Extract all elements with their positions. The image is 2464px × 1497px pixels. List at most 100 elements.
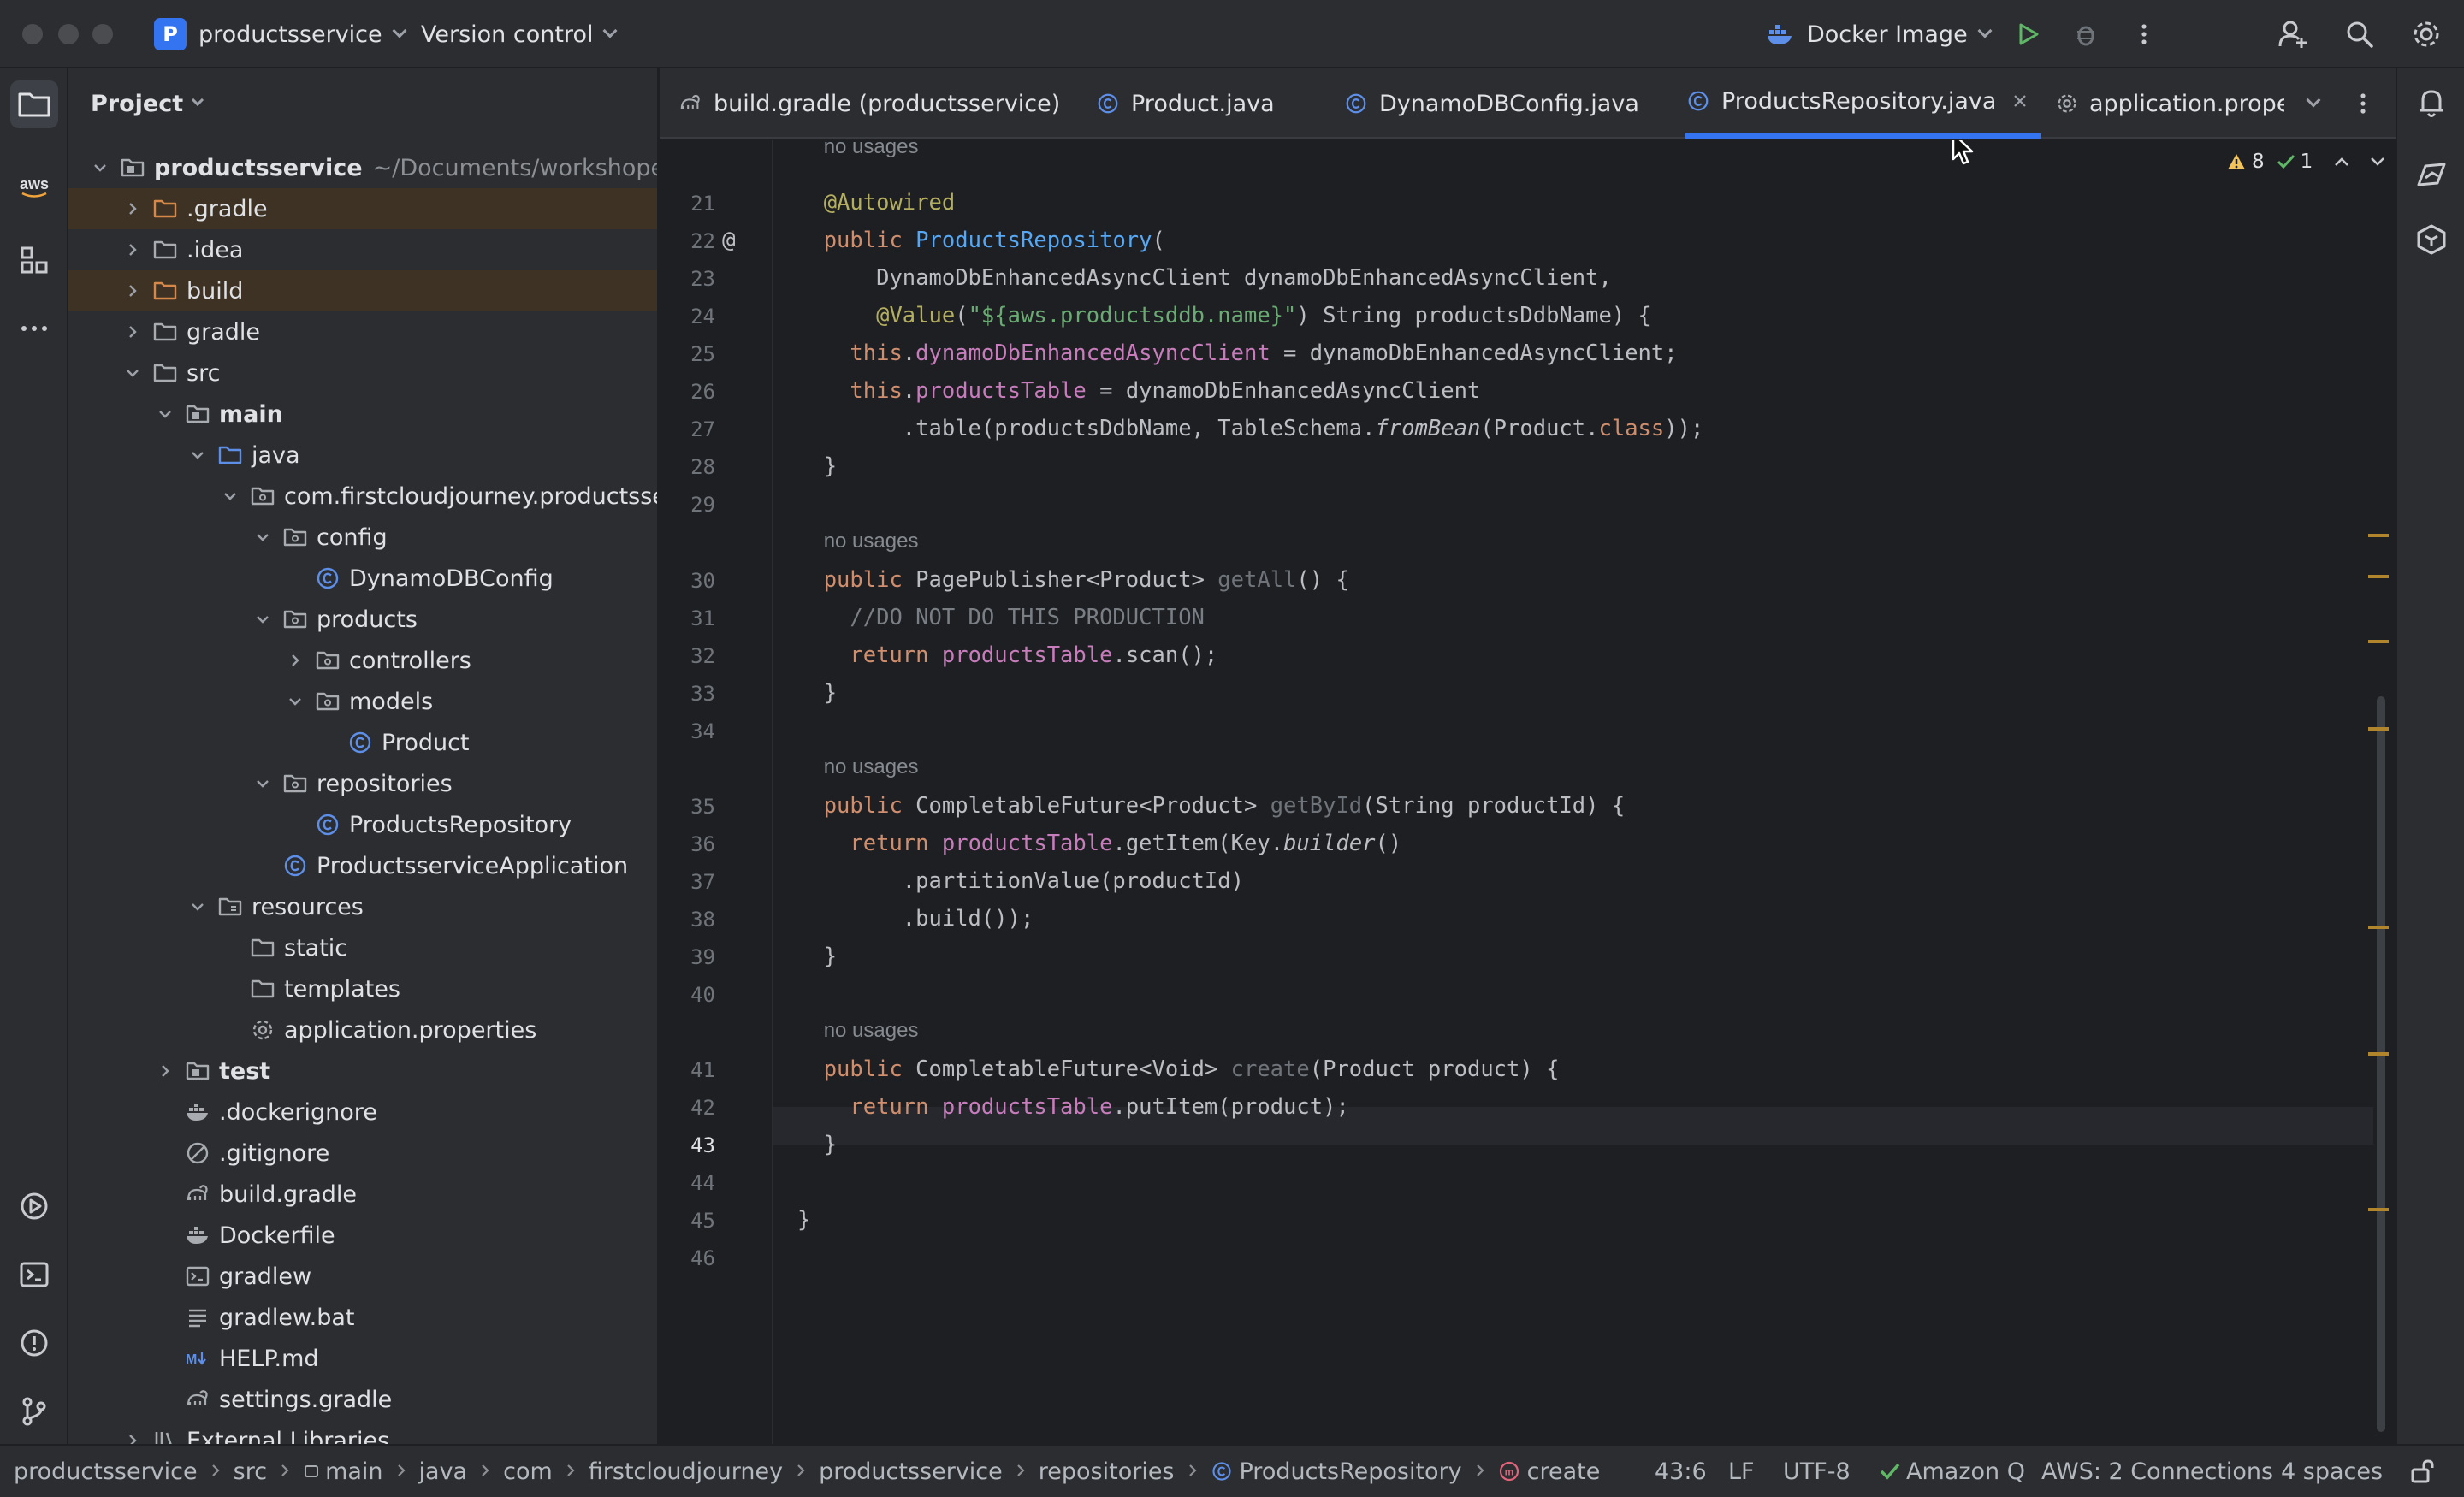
indent-setting[interactable]: 4 spaces [2281, 1446, 2383, 1497]
chevron-down-icon[interactable] [188, 897, 207, 916]
terminal-tool-button[interactable] [10, 1251, 58, 1299]
editor-scrollbar[interactable] [2377, 696, 2385, 1432]
aws-connections[interactable]: AWS: 2 Connections [2041, 1446, 2273, 1497]
tree-item[interactable]: .gitignore [68, 1133, 657, 1174]
warning-marker[interactable] [2368, 575, 2389, 578]
breadcrumb-item[interactable]: repositories [1039, 1459, 1175, 1485]
code-line[interactable]: @Autowired [824, 190, 956, 216]
warning-marker[interactable] [2368, 1208, 2389, 1211]
chevron-down-icon[interactable] [123, 364, 142, 382]
chevron-right-icon[interactable] [156, 1062, 175, 1080]
tree-item[interactable]: products [68, 599, 657, 640]
read-only-toggle[interactable] [2409, 1446, 2435, 1497]
tree-item[interactable]: main [68, 393, 657, 435]
tree-item[interactable]: resources [68, 886, 657, 927]
tree-item[interactable]: static [68, 927, 657, 968]
breadcrumb-item[interactable]: main [303, 1459, 383, 1485]
tree-item[interactable]: templates [68, 968, 657, 1009]
code-line[interactable]: } [824, 1132, 837, 1157]
code-line[interactable]: public PagePublisher<Product> getAll() { [824, 567, 1349, 593]
code-line[interactable]: .table(productsDdbName, TableSchema.from… [903, 416, 1704, 441]
editor-tab[interactable]: build.gradle (productsservice) [678, 68, 1080, 139]
chevron-down-icon[interactable] [156, 405, 175, 423]
file-encoding[interactable]: UTF-8 [1783, 1446, 1851, 1497]
breadcrumb-item[interactable]: src [234, 1459, 267, 1485]
tree-item[interactable]: settings.gradle [68, 1379, 657, 1420]
chevron-down-icon[interactable] [221, 487, 240, 506]
tab-list-button[interactable] [2296, 86, 2331, 121]
more-tools-button[interactable] [10, 305, 58, 352]
warning-marker[interactable] [2368, 1052, 2389, 1056]
tree-item[interactable]: gradlew.bat [68, 1297, 657, 1338]
code-line[interactable]: return productsTable.putItem(product); [850, 1094, 1348, 1120]
breadcrumb-item[interactable]: firstcloudjourney [589, 1459, 783, 1485]
services-tool-button[interactable] [10, 1182, 58, 1230]
git-tool-button[interactable] [10, 1388, 58, 1435]
amazon-q-status[interactable]: Amazon Q [1879, 1446, 2025, 1497]
chevron-right-icon[interactable] [123, 281, 142, 300]
caret-position[interactable]: 43:6 [1655, 1446, 1707, 1497]
usage-hint[interactable]: no usages [824, 140, 919, 159]
code-line[interactable]: } [824, 453, 837, 479]
code-line[interactable]: } [824, 944, 837, 969]
code-line[interactable]: return productsTable.scan(); [850, 642, 1217, 668]
warning-marker[interactable] [2368, 534, 2389, 537]
tree-item[interactable]: External Libraries [68, 1420, 657, 1444]
breadcrumb-item[interactable]: productsservice [14, 1459, 198, 1485]
aws-toolkit-button[interactable]: aws [10, 163, 58, 210]
code-line[interactable]: public ProductsRepository( [824, 228, 1165, 253]
close-icon[interactable] [2011, 92, 2029, 109]
tree-item[interactable]: config [68, 517, 657, 558]
tab-more-button[interactable] [2346, 86, 2380, 121]
tree-item[interactable]: repositories [68, 763, 657, 804]
tree-item[interactable]: controllers [68, 640, 657, 681]
usage-hint[interactable]: no usages [824, 755, 919, 779]
code-line[interactable]: } [797, 1207, 810, 1233]
breadcrumb-item[interactable]: m create [1498, 1459, 1600, 1485]
chevron-right-icon[interactable] [123, 322, 142, 341]
code-line[interactable]: //DO NOT DO THIS PRODUCTION [850, 605, 1205, 630]
code-editor[interactable]: 21 22 23 24 25 26 27 28 29 30 31 32 33 34 35 36 37 38 39 40… [660, 140, 2396, 1444]
project-tool-button[interactable] [10, 80, 58, 128]
tree-item[interactable]: src [68, 352, 657, 393]
inspection-widget[interactable]: 8 1 [2226, 151, 2386, 173]
amazon-q-button[interactable] [2408, 151, 2455, 198]
tree-item[interactable]: build [68, 270, 657, 311]
editor-tab[interactable]: ProductsRepository.java [1685, 68, 2041, 139]
code-line[interactable]: DynamoDbEnhancedAsyncClient dynamoDbEnha… [876, 265, 1612, 291]
tree-item[interactable]: build.gradle [68, 1174, 657, 1215]
code-line[interactable]: @Value("${aws.productsddb.name}") String… [876, 303, 1651, 328]
run-configuration-selector[interactable]: Docker Image [1766, 0, 1993, 68]
warning-marker[interactable] [2368, 926, 2389, 929]
tree-item[interactable]: java [68, 435, 657, 476]
warning-marker[interactable] [2368, 727, 2389, 731]
code-line[interactable]: return productsTable.getItem(Key.builder… [850, 831, 1401, 856]
tree-item[interactable]: application.properties [68, 1009, 657, 1050]
search-everywhere-button[interactable] [2343, 17, 2377, 51]
chevron-down-icon[interactable] [91, 158, 110, 177]
line-separator[interactable]: LF [1728, 1446, 1755, 1497]
tree-item[interactable]: M HELP.md [68, 1338, 657, 1379]
run-button[interactable] [2011, 17, 2045, 51]
chevron-down-icon[interactable] [253, 610, 272, 629]
window-zoom-button[interactable] [92, 24, 113, 44]
editor-gutter[interactable]: 21 22 23 24 25 26 27 28 29 30 31 32 33 34 35 36 37 38 39 40… [660, 140, 773, 1444]
tree-item[interactable]: test [68, 1050, 657, 1092]
tree-item[interactable]: DynamoDBConfig [68, 558, 657, 599]
settings-button[interactable] [2409, 17, 2443, 51]
tree-item[interactable]: productsservice ~/Documents/workshope/pro… [68, 147, 657, 188]
version-control-menu[interactable]: Version control [421, 0, 618, 68]
chevron-right-icon[interactable] [123, 199, 142, 218]
breadcrumb-item[interactable]: java [419, 1459, 468, 1485]
tree-item[interactable]: Product [68, 722, 657, 763]
chevron-right-icon[interactable] [123, 1431, 142, 1444]
chevron-right-icon[interactable] [286, 651, 305, 670]
structure-tool-button[interactable] [10, 236, 58, 284]
problems-tool-button[interactable] [10, 1319, 58, 1367]
chevron-up-icon[interactable] [2333, 156, 2350, 168]
breadcrumb-item[interactable]: com [503, 1459, 553, 1485]
editor-tab[interactable]: Product.java [1095, 68, 1326, 139]
aws-explorer-button[interactable] [2408, 216, 2455, 263]
tree-item[interactable]: gradlew [68, 1256, 657, 1297]
tree-item[interactable]: .dockerignore [68, 1092, 657, 1133]
